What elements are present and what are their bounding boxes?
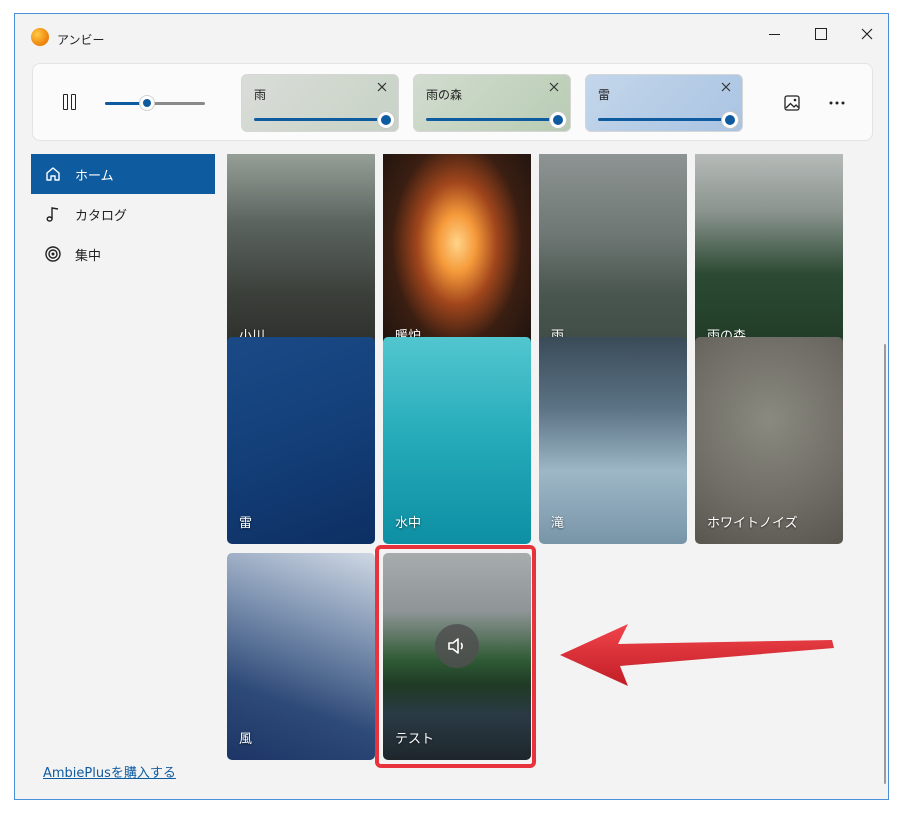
sound-volume-thumb[interactable] [550,112,566,128]
scrollbar[interactable] [884,344,886,784]
sidebar-item-focus[interactable]: 集中 [31,234,215,274]
sound-tile[interactable]: 風 [227,553,375,760]
image-icon [784,95,800,111]
active-sound-label: 雷 [598,88,611,102]
annotation-arrow [560,624,834,686]
volume-slider[interactable] [105,95,205,111]
active-sound-chip: 雷 [585,74,743,132]
sound-volume-slider[interactable] [254,112,394,128]
remove-sound-button[interactable] [718,79,734,95]
buy-ambieplus-link[interactable]: AmbiePlusを購入する [43,762,176,781]
music-note-icon [43,204,63,224]
sound-volume-slider[interactable] [598,112,738,128]
active-sound-chip: 雨 [241,74,399,132]
sidebar-item-home[interactable]: ホーム [31,154,215,194]
sound-tile-label: 雷 [239,516,253,531]
sound-tile[interactable]: 雨の森 [695,154,843,357]
sound-tile-label: 滝 [551,516,565,531]
remove-sound-button[interactable] [546,79,562,95]
volume-thumb[interactable] [140,96,154,110]
sound-tile[interactable]: 水中 [383,337,531,544]
sound-volume-track [426,118,558,121]
pause-icon-bar [63,94,68,110]
title-bar: アンビー [15,14,888,52]
sidebar-item-catalog[interactable]: カタログ [31,194,215,234]
more-button[interactable] [826,92,848,114]
app-logo-icon [31,28,49,46]
sound-volume-thumb[interactable] [722,112,738,128]
minimize-icon [768,33,780,35]
sound-volume-track [598,118,730,121]
image-button[interactable] [781,92,803,114]
home-icon [43,164,63,184]
sound-tile[interactable]: 雨 [539,154,687,357]
sidebar-item-label: カタログ [75,208,128,224]
sound-tile[interactable]: 暖炉 [383,154,531,357]
pause-icon-bar [71,94,76,110]
sound-tile-label: 水中 [395,516,422,531]
sound-tile[interactable]: ホワイトノイズ [695,337,843,544]
active-sound-label: 雨 [254,88,267,102]
target-icon [43,244,63,264]
sound-tile[interactable]: 小川 [227,154,375,357]
sound-tile[interactable]: 雷 [227,337,375,544]
sound-grid: 小川暖炉雨雨の森雷水中滝ホワイトノイズ風テスト [227,154,867,794]
minimize-button[interactable] [751,20,797,48]
close-icon [377,82,387,92]
active-sound-chip: 雨の森 [413,74,571,132]
close-icon [721,82,731,92]
maximize-icon [815,28,827,40]
sound-tile[interactable]: 滝 [539,337,687,544]
more-icon [829,101,845,105]
maximize-button[interactable] [798,20,844,48]
active-sound-label: 雨の森 [426,88,463,102]
close-icon [549,82,559,92]
sidebar-item-label: 集中 [75,248,102,264]
sidebar-nav: ホーム カタログ 集中 [31,154,215,274]
close-icon [861,28,873,40]
sound-tile-label: ホワイトノイズ [707,516,798,531]
remove-sound-button[interactable] [374,79,390,95]
player-bar: 雨 雨の森 雷 [32,63,873,141]
sound-tile-label: 風 [239,732,253,747]
sidebar-item-label: ホーム [75,168,114,184]
sound-volume-slider[interactable] [426,112,566,128]
window-title: アンビー [57,33,105,47]
close-button[interactable] [844,20,888,48]
pause-button[interactable] [61,94,79,112]
sound-volume-thumb[interactable] [378,112,394,128]
sound-volume-track [254,118,386,121]
highlight-box [375,545,536,768]
